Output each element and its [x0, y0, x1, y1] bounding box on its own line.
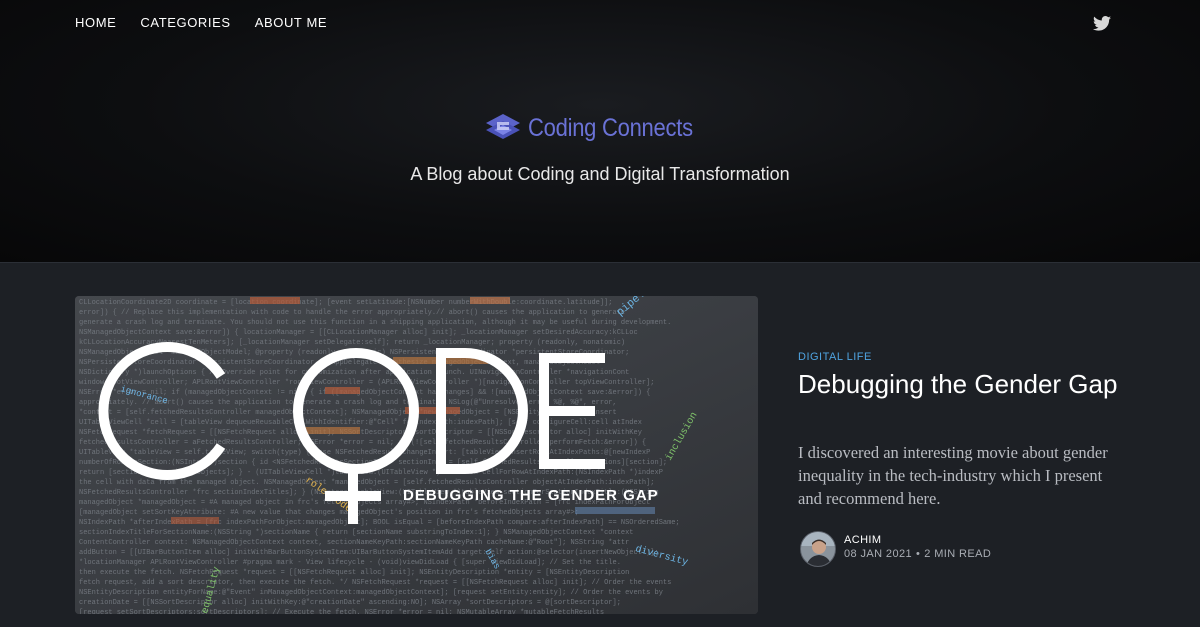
author-name[interactable]: ACHIM [844, 534, 881, 546]
svg-text:CLLocationCoordinate2D coordin: CLLocationCoordinate2D coordinate = [loc… [79, 299, 613, 307]
nav-categories-link[interactable]: CATEGORIES [140, 15, 230, 31]
svg-text:NSManagedObjectContext save:&e: NSManagedObjectContext save:&error]) { l… [79, 329, 638, 337]
svg-text:fetchedResultsController = aFe: fetchedResultsController = aFetchedResul… [79, 439, 646, 447]
svg-text:*locationManager APLRootViewCo: *locationManager APLRootViewController #… [79, 559, 621, 567]
svg-text:ContentController context: NSM: ContentController context: NSManagedObje… [79, 539, 629, 547]
author-avatar[interactable] [800, 531, 836, 567]
svg-text:NSFetchRequest *fetchRequest =: NSFetchRequest *fetchRequest = [[NSFetch… [79, 429, 642, 437]
svg-text:then execute the fetch. NSFetc: then execute the fetch. NSFetchRequest *… [79, 569, 629, 577]
svg-text:NSIndexPath *afterIndexPath =: NSIndexPath *afterIndexPath = [frc index… [79, 519, 680, 527]
post-title[interactable]: Debugging the Gender Gap [798, 370, 1138, 399]
post-date: 08 JAN 2021 [844, 548, 912, 560]
image-subtitle: DEBUGGING THE GENDER GAP [403, 487, 659, 504]
svg-text:addButton = [[UIBarButtonItem: addButton = [[UIBarButtonItem alloc] ini… [79, 549, 659, 557]
svg-text:sectionIndexTitleForSectionNam: sectionIndexTitleForSectionName:(NSStrin… [79, 529, 634, 537]
brand-name: Coding Connects [528, 113, 694, 142]
svg-text:generate a crash log and termi: generate a crash log and terminate. You … [79, 319, 671, 327]
svg-text:[request setSortDescriptors:so: [request setSortDescriptors:sortDescript… [79, 609, 604, 614]
twitter-icon[interactable] [1093, 16, 1111, 31]
post-category-tag[interactable]: DIGITAL LIFE [798, 351, 872, 363]
site-brand[interactable]: Coding Connects [0, 112, 1200, 144]
meta-separator: • [916, 548, 921, 560]
svg-text:NSEntityDescription entityForN: NSEntityDescription entityForName:@"Even… [79, 589, 663, 597]
svg-text:creationDate = [[NSSortDescrip: creationDate = [[NSSortDescriptor alloc]… [79, 599, 621, 607]
site-tagline: A Blog about Coding and Digital Transfor… [410, 164, 790, 184]
nav-about-link[interactable]: ABOUT ME [255, 15, 327, 31]
read-time: 2 MIN READ [924, 548, 992, 560]
section-divider [0, 262, 1200, 263]
svg-text:fetch request, add a sort desc: fetch request, add a sort descriptor, th… [79, 579, 671, 587]
logo-icon [486, 114, 521, 139]
nav-home-link[interactable]: HOME [75, 15, 116, 31]
post-excerpt[interactable]: I discovered an interesting movie about … [798, 441, 1128, 510]
svg-text:error]) { // Replace this impl: error]) { // Replace this implementation… [79, 309, 625, 317]
post-feature-image[interactable]: CLLocationCoordinate2D coordinate = [loc… [75, 296, 758, 614]
post-meta: 08 JAN 2021 • 2 MIN READ [844, 548, 991, 560]
svg-text:UITableView *tableView = self.: UITableView *tableView = self.tableView;… [79, 449, 650, 457]
svg-text:[managedObject setSortKeyAttri: [managedObject setSortKeyAttribute: #A n… [79, 509, 579, 517]
svg-text:the cell with data from the ma: the cell with data from the managed obje… [79, 479, 655, 487]
main-nav: HOME CATEGORIES ABOUT ME [75, 15, 327, 31]
svg-text:window.rootViewController; APL: window.rootViewController; APLRootViewCo… [79, 379, 655, 387]
